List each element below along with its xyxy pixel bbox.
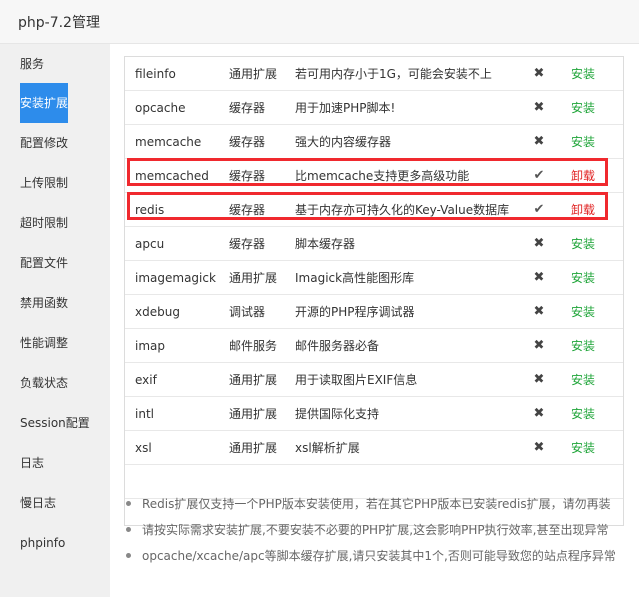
php-manager-window: php-7.2管理 服务 安装扩展 配置修改 上传限制 超时限制 配置文件 禁用… bbox=[0, 0, 639, 597]
not-installed-icon: ✖ bbox=[533, 100, 545, 115]
sidebar-item-log[interactable]: 日志 bbox=[0, 443, 110, 483]
extensions-table: fileinfo 通用扩展 若可用内存小于1G，可能会安装不上 ✖ 安装 opc… bbox=[124, 56, 624, 526]
install-link[interactable]: 安装 bbox=[571, 57, 595, 91]
install-link[interactable]: 安装 bbox=[571, 227, 595, 261]
not-installed-icon: ✖ bbox=[533, 440, 545, 455]
install-link[interactable]: 安装 bbox=[571, 363, 595, 397]
not-installed-icon: ✖ bbox=[533, 236, 545, 251]
extension-type: 通用扩展 bbox=[229, 373, 278, 387]
sidebar-item-performance[interactable]: 性能调整 bbox=[0, 323, 110, 363]
extension-description: 邮件服务器必备 bbox=[295, 339, 380, 353]
extension-description: 开源的PHP程序调试器 bbox=[295, 305, 415, 319]
window-title: php-7.2管理 bbox=[18, 15, 100, 31]
extension-type: 缓存器 bbox=[229, 135, 266, 149]
extension-name: fileinfo bbox=[135, 67, 176, 81]
table-row: apcu 缓存器 脚本缓存器 ✖ 安装 bbox=[125, 227, 623, 261]
not-installed-icon: ✖ bbox=[533, 406, 545, 421]
extension-name: apcu bbox=[135, 237, 165, 251]
extension-type: 通用扩展 bbox=[229, 407, 278, 421]
extension-type: 调试器 bbox=[229, 305, 266, 319]
extension-description: 脚本缓存器 bbox=[295, 237, 356, 251]
table-row: fileinfo 通用扩展 若可用内存小于1G，可能会安装不上 ✖ 安装 bbox=[125, 57, 623, 91]
table-row: imagemagick 通用扩展 Imagick高性能图形库 ✖ 安装 bbox=[125, 261, 623, 295]
table-row: xdebug 调试器 开源的PHP程序调试器 ✖ 安装 bbox=[125, 295, 623, 329]
extension-description: 若可用内存小于1G，可能会安装不上 bbox=[295, 67, 492, 81]
sidebar-item-load-status[interactable]: 负载状态 bbox=[0, 363, 110, 403]
sidebar-item-service[interactable]: 服务 bbox=[0, 44, 110, 84]
extension-type: 通用扩展 bbox=[229, 441, 278, 455]
extension-description: xsl解析扩展 bbox=[295, 441, 360, 455]
not-installed-icon: ✖ bbox=[533, 270, 545, 285]
highlight-box-memcached bbox=[127, 158, 608, 186]
sidebar-item-config-edit[interactable]: 配置修改 bbox=[0, 123, 110, 163]
extension-name: memcache bbox=[135, 135, 202, 149]
not-installed-icon: ✖ bbox=[533, 304, 545, 319]
extension-name: intl bbox=[135, 407, 154, 421]
install-link[interactable]: 安装 bbox=[571, 261, 595, 295]
install-link[interactable]: 安装 bbox=[571, 397, 595, 431]
sidebar-item-phpinfo[interactable]: phpinfo bbox=[0, 523, 110, 563]
sidebar-item-timeout-limit[interactable]: 超时限制 bbox=[0, 203, 110, 243]
note-item: Redis扩展仅支持一个PHP版本安装使用，若在其它PHP版本已安装redis扩… bbox=[124, 492, 634, 516]
extension-type: 缓存器 bbox=[229, 237, 266, 251]
install-link[interactable]: 安装 bbox=[571, 91, 595, 125]
install-link[interactable]: 安装 bbox=[571, 431, 595, 465]
note-text: Redis扩展仅支持一个PHP版本安装使用，若在其它PHP版本已安装redis扩… bbox=[142, 497, 611, 511]
not-installed-icon: ✖ bbox=[533, 338, 545, 353]
not-installed-icon: ✖ bbox=[533, 66, 545, 81]
title-bar: php-7.2管理 bbox=[0, 0, 639, 44]
note-text: opcache/xcache/apc等脚本缓存扩展,请只安装其中1个,否则可能导… bbox=[142, 549, 616, 563]
not-installed-icon: ✖ bbox=[533, 134, 545, 149]
sidebar-item-upload-limit[interactable]: 上传限制 bbox=[0, 163, 110, 203]
extension-name: exif bbox=[135, 373, 157, 387]
extension-name: xdebug bbox=[135, 305, 180, 319]
bullet-dot-icon bbox=[126, 553, 131, 558]
extension-type: 邮件服务 bbox=[229, 339, 278, 353]
sidebar: 服务 安装扩展 配置修改 上传限制 超时限制 配置文件 禁用函数 性能调整 负载… bbox=[0, 44, 110, 597]
extension-type: 缓存器 bbox=[229, 101, 266, 115]
extension-type: 通用扩展 bbox=[229, 271, 278, 285]
table-row: intl 通用扩展 提供国际化支持 ✖ 安装 bbox=[125, 397, 623, 431]
note-item: 请按实际需求安装扩展,不要安装不必要的PHP扩展,这会影响PHP执行效率,甚至出… bbox=[124, 518, 634, 542]
extension-description: 提供国际化支持 bbox=[295, 407, 380, 421]
table-row: exif 通用扩展 用于读取图片EXIF信息 ✖ 安装 bbox=[125, 363, 623, 397]
sidebar-item-session-config[interactable]: Session配置 bbox=[0, 403, 110, 443]
sidebar-item-config-file[interactable]: 配置文件 bbox=[0, 243, 110, 283]
bullet-dot-icon bbox=[126, 527, 131, 532]
extension-type: 通用扩展 bbox=[229, 67, 278, 81]
bullet-dot-icon bbox=[126, 501, 131, 506]
main-content: fileinfo 通用扩展 若可用内存小于1G，可能会安装不上 ✖ 安装 opc… bbox=[110, 44, 639, 597]
extension-description: 用于加速PHP脚本! bbox=[295, 101, 396, 115]
install-link[interactable]: 安装 bbox=[571, 125, 595, 159]
install-link[interactable]: 安装 bbox=[571, 329, 595, 363]
table-row: xsl 通用扩展 xsl解析扩展 ✖ 安装 bbox=[125, 431, 623, 465]
sidebar-item-slow-log[interactable]: 慢日志 bbox=[0, 483, 110, 523]
extension-description: 强大的内容缓存器 bbox=[295, 135, 392, 149]
extension-name: opcache bbox=[135, 101, 186, 115]
table-row: imap 邮件服务 邮件服务器必备 ✖ 安装 bbox=[125, 329, 623, 363]
table-row: opcache 缓存器 用于加速PHP脚本! ✖ 安装 bbox=[125, 91, 623, 125]
note-text: 请按实际需求安装扩展,不要安装不必要的PHP扩展,这会影响PHP执行效率,甚至出… bbox=[142, 523, 609, 537]
table-row: memcache 缓存器 强大的内容缓存器 ✖ 安装 bbox=[125, 125, 623, 159]
not-installed-icon: ✖ bbox=[533, 372, 545, 387]
highlight-box-redis bbox=[127, 192, 608, 220]
extension-description: Imagick高性能图形库 bbox=[295, 271, 415, 285]
extension-name: imagemagick bbox=[135, 271, 216, 285]
extension-description: 用于读取图片EXIF信息 bbox=[295, 373, 418, 387]
note-item: opcache/xcache/apc等脚本缓存扩展,请只安装其中1个,否则可能导… bbox=[124, 544, 634, 568]
install-link[interactable]: 安装 bbox=[571, 295, 595, 329]
extension-name: xsl bbox=[135, 441, 152, 455]
sidebar-item-disabled-functions[interactable]: 禁用函数 bbox=[0, 283, 110, 323]
extension-name: imap bbox=[135, 339, 165, 353]
sidebar-item-install-extensions[interactable]: 安装扩展 bbox=[20, 83, 68, 123]
